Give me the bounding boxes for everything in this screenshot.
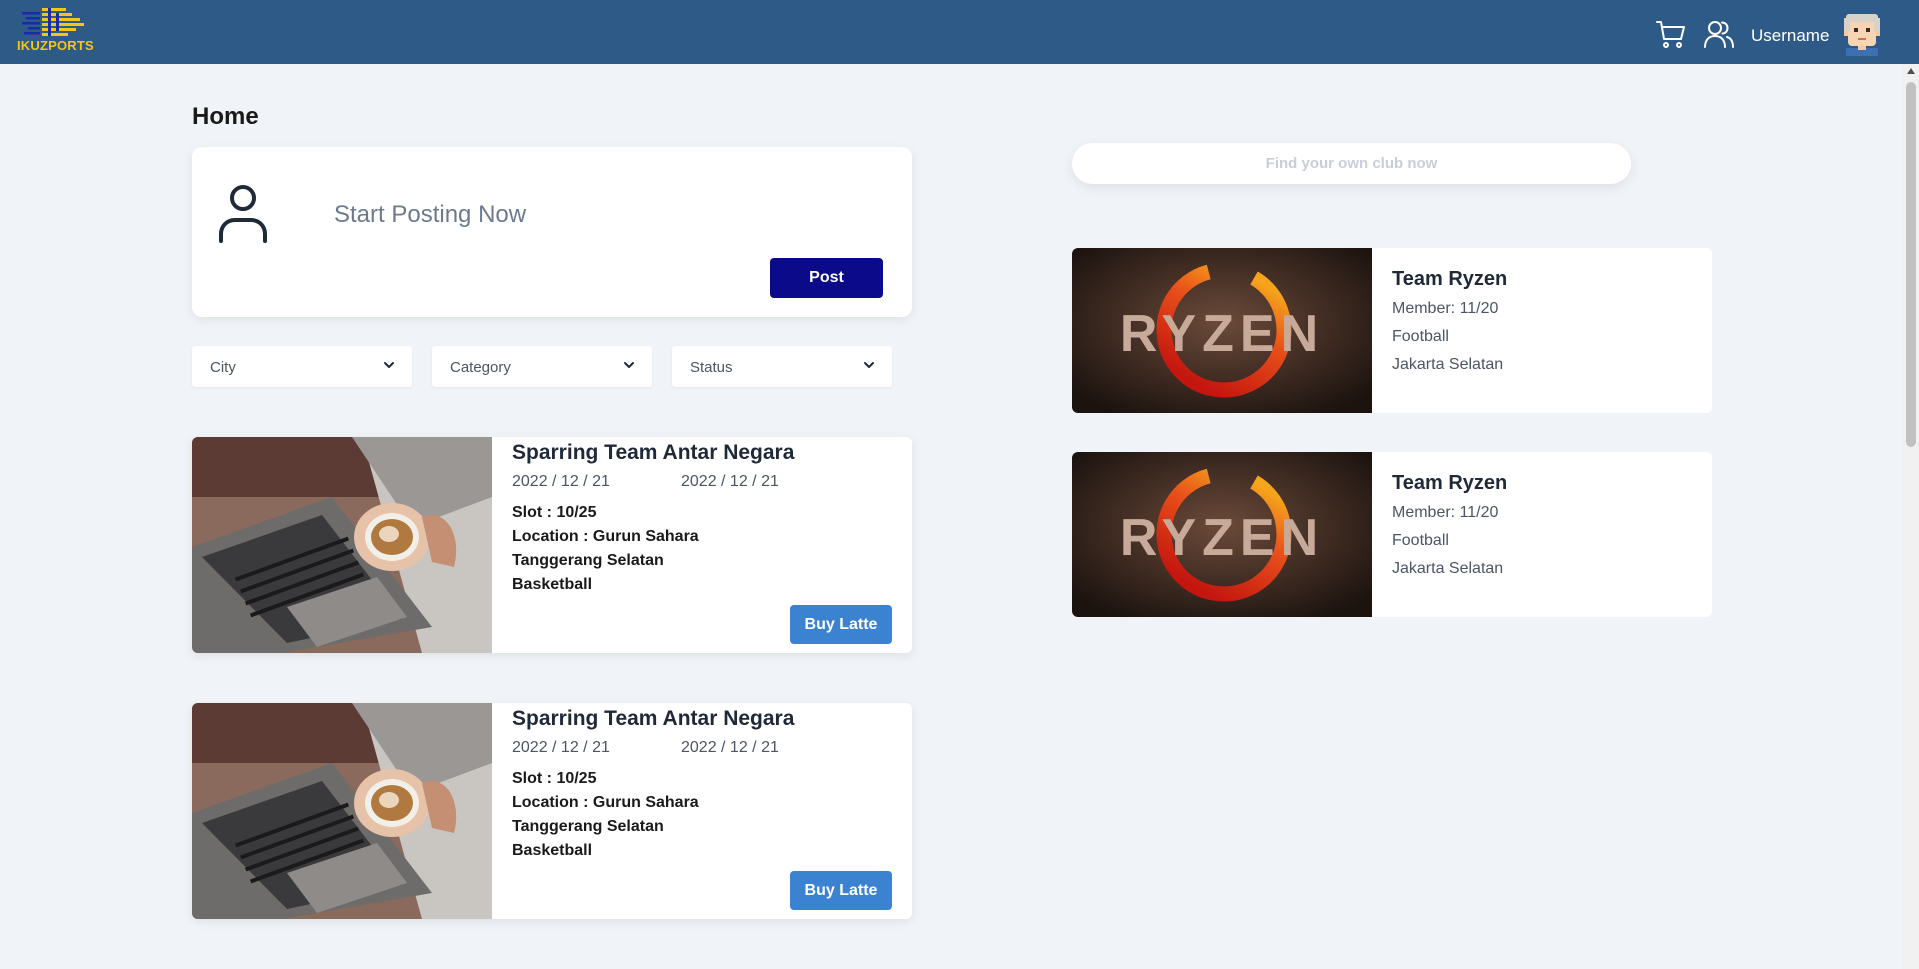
club-members: Member: 11/20 bbox=[1392, 300, 1499, 317]
event-sport: Basketball bbox=[512, 842, 593, 859]
event-location: Location : Gurun Sahara bbox=[512, 528, 699, 545]
category-filter-label: Category bbox=[450, 359, 511, 376]
event-slot: Slot : 10/25 bbox=[512, 504, 597, 521]
event-location: Location : Gurun Sahara bbox=[512, 794, 699, 811]
club-sport: Football bbox=[1392, 532, 1449, 549]
category-filter-select[interactable]: Category bbox=[432, 346, 652, 387]
event-city: Tanggerang Selatan bbox=[512, 818, 664, 835]
event-sport: Basketball bbox=[512, 576, 593, 593]
scrollbar-thumb[interactable] bbox=[1906, 82, 1916, 447]
event-title: Sparring Team Antar Negara bbox=[512, 707, 795, 730]
club-image: RYZEN bbox=[1072, 248, 1372, 413]
event-slot: Slot : 10/25 bbox=[512, 770, 597, 787]
top-navbar: IKUZPORTS Username bbox=[0, 0, 1919, 64]
event-end-date: 2022 / 12 / 21 bbox=[681, 473, 779, 490]
status-filter-select[interactable]: Status bbox=[672, 346, 892, 387]
city-filter-label: City bbox=[210, 359, 236, 376]
event-card[interactable]: Sparring Team Antar Negara 2022 / 12 / 2… bbox=[192, 437, 912, 653]
logo[interactable]: IKUZPORTS bbox=[14, 6, 104, 56]
cart-icon[interactable] bbox=[1655, 18, 1687, 50]
club-card[interactable]: RYZEN Team Ryzen Member: 11/20 Football … bbox=[1072, 452, 1712, 617]
club-image-text: RYZEN bbox=[1120, 305, 1324, 363]
post-composer: Start Posting Now Post bbox=[192, 147, 912, 317]
club-card[interactable]: RYZEN Team Ryzen Member: 11/20 Football … bbox=[1072, 248, 1712, 413]
chevron-down-icon bbox=[864, 362, 874, 368]
status-filter-label: Status bbox=[690, 359, 733, 376]
people-icon[interactable] bbox=[1703, 18, 1735, 50]
page-title: Home bbox=[192, 103, 259, 130]
club-city: Jakarta Selatan bbox=[1392, 356, 1504, 373]
event-image bbox=[192, 437, 492, 653]
buy-button[interactable]: Buy Latte bbox=[790, 871, 892, 910]
city-filter-select[interactable]: City bbox=[192, 346, 412, 387]
club-sport: Football bbox=[1392, 328, 1449, 345]
club-image: RYZEN bbox=[1072, 452, 1372, 617]
post-button[interactable]: Post bbox=[770, 258, 883, 298]
scroll-up-arrow-icon[interactable] bbox=[1907, 68, 1915, 74]
post-input[interactable]: Start Posting Now bbox=[334, 201, 526, 229]
chevron-down-icon bbox=[624, 362, 634, 368]
club-search-input[interactable] bbox=[1072, 143, 1631, 184]
event-start-date: 2022 / 12 / 21 bbox=[512, 473, 610, 490]
chevron-down-icon bbox=[384, 362, 394, 368]
event-start-date: 2022 / 12 / 21 bbox=[512, 739, 610, 756]
logo-mark-icon bbox=[22, 8, 84, 36]
event-image bbox=[192, 703, 492, 919]
event-city: Tanggerang Selatan bbox=[512, 552, 664, 569]
club-name: Team Ryzen bbox=[1392, 268, 1508, 290]
club-image-text: RYZEN bbox=[1120, 509, 1324, 567]
event-card[interactable]: Sparring Team Antar Negara 2022 / 12 / 2… bbox=[192, 703, 912, 919]
scrollbar[interactable] bbox=[1903, 64, 1919, 969]
club-name: Team Ryzen bbox=[1392, 472, 1508, 494]
event-title: Sparring Team Antar Negara bbox=[512, 441, 795, 464]
buy-button[interactable]: Buy Latte bbox=[790, 605, 892, 644]
user-icon bbox=[219, 185, 267, 243]
club-members: Member: 11/20 bbox=[1392, 504, 1499, 521]
event-end-date: 2022 / 12 / 21 bbox=[681, 739, 779, 756]
avatar[interactable] bbox=[1840, 10, 1884, 56]
club-city: Jakarta Selatan bbox=[1392, 560, 1504, 577]
username[interactable]: Username bbox=[1751, 26, 1829, 46]
logo-text: IKUZPORTS bbox=[17, 38, 94, 53]
